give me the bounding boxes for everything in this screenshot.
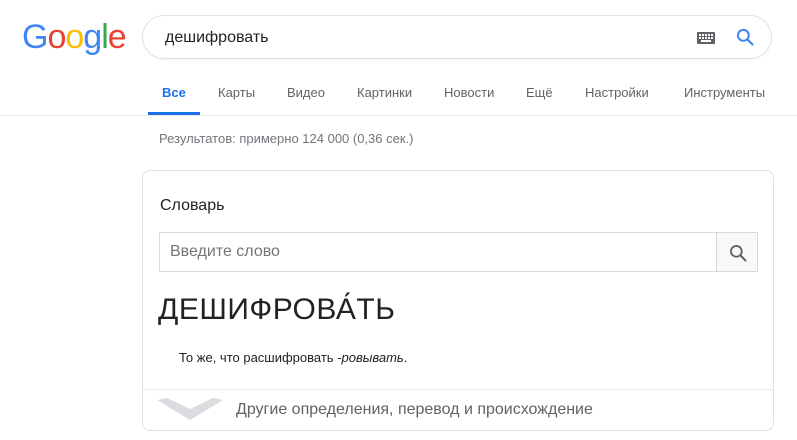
logo-letter: e — [107, 18, 127, 56]
keyboard-icon[interactable] — [697, 32, 715, 44]
definition: То же, что расшифровать -ровывать. — [179, 350, 407, 365]
chevron-down-icon — [157, 398, 223, 420]
dictionary-input[interactable] — [160, 233, 716, 271]
search-input[interactable] — [165, 16, 665, 60]
search-icon[interactable] — [735, 27, 755, 47]
search-tabs: Все Карты Видео Картинки Новости Ещё Нас… — [0, 70, 797, 116]
more-definitions-label: Другие определения, перевод и происхожде… — [236, 401, 593, 418]
tab-video[interactable]: Видео — [287, 70, 325, 115]
more-definitions-link[interactable]: Другие определения, перевод и происхожде… — [143, 389, 773, 430]
headword: ДЕШИФРОВА́ТЬ — [158, 293, 396, 326]
dictionary-search-button[interactable] — [716, 233, 757, 271]
search-icon — [730, 245, 747, 262]
tab-all[interactable]: Все — [148, 70, 200, 115]
google-logo[interactable]: Google — [22, 17, 127, 57]
tab-more[interactable]: Ещё — [526, 70, 553, 115]
definition-end: . — [403, 350, 408, 365]
logo-letter: o — [47, 18, 66, 56]
tab-images[interactable]: Картинки — [357, 70, 412, 115]
logo-letter: o — [65, 18, 84, 56]
dictionary-search — [159, 232, 758, 272]
logo-letter: g — [83, 18, 102, 56]
tab-settings[interactable]: Настройки — [585, 70, 649, 115]
tab-tools[interactable]: Инструменты — [684, 70, 765, 115]
definition-text: То же, что расшифровать — [179, 350, 338, 365]
result-stats: Результатов: примерно 124 000 (0,36 сек.… — [159, 131, 414, 146]
tab-maps[interactable]: Карты — [218, 70, 255, 115]
dictionary-card: Словарь ДЕШИФРОВА́ТЬ То же, что расшифро… — [142, 170, 774, 431]
logo-letter: G — [22, 18, 48, 56]
definition-form: -ровывать — [337, 350, 404, 365]
tab-news[interactable]: Новости — [444, 70, 494, 115]
search-box[interactable] — [142, 15, 772, 60]
card-title: Словарь — [160, 197, 225, 214]
